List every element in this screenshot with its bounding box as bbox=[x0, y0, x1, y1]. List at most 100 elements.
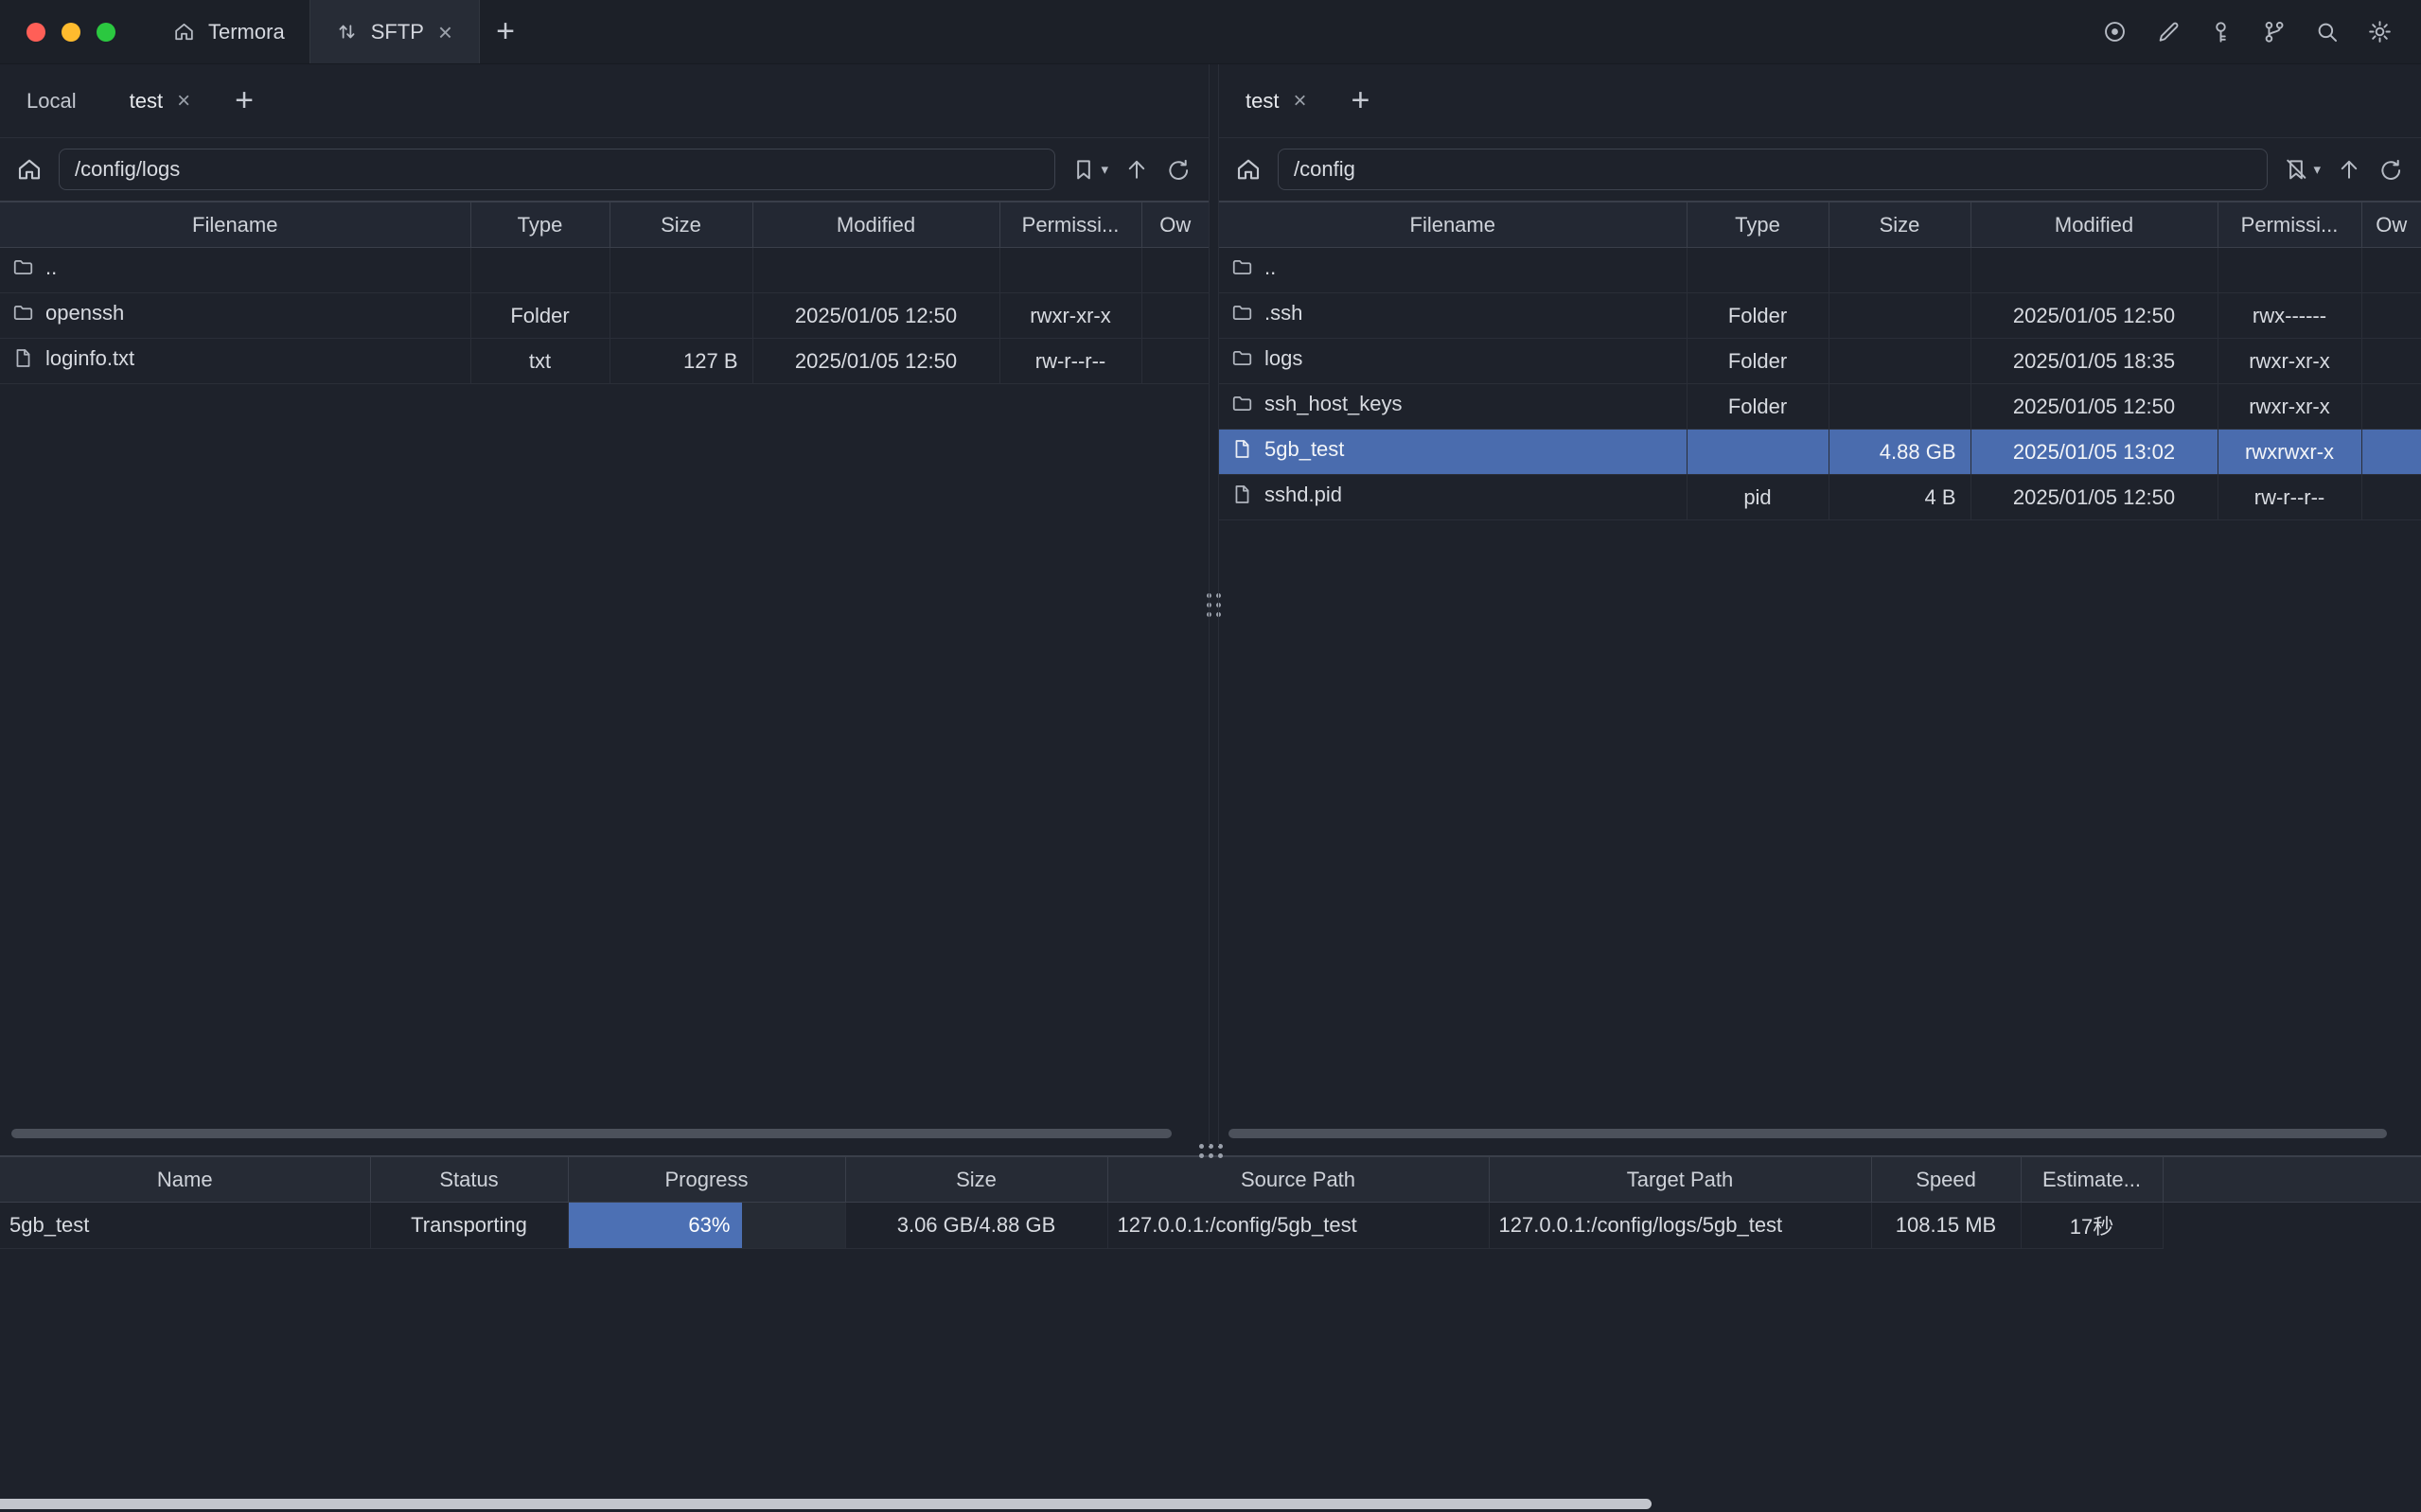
file-name: ssh_host_keys bbox=[1264, 392, 1403, 416]
status-badge: Transporting bbox=[370, 1203, 568, 1249]
remote-path-input[interactable] bbox=[1278, 149, 2268, 190]
column-header-owner[interactable]: Ow bbox=[2361, 202, 2421, 248]
refresh-button[interactable] bbox=[1165, 156, 1192, 183]
pane-splitter[interactable] bbox=[1210, 64, 1218, 1146]
keys-button[interactable] bbox=[2208, 19, 2234, 44]
remote-pane: test × + ▾ bbox=[1218, 64, 2421, 1146]
file-row-parent[interactable]: .. bbox=[0, 248, 1209, 293]
transfer-horizontal-scrollbar-thumb[interactable] bbox=[0, 1499, 1652, 1509]
chevron-down-icon[interactable]: ▾ bbox=[2313, 161, 2321, 178]
remote-pane-tab-bar: test × + bbox=[1219, 64, 2421, 138]
file-icon bbox=[11, 346, 35, 370]
gear-icon bbox=[2367, 19, 2393, 44]
bookmark-slash-icon bbox=[2283, 156, 2309, 183]
column-header-size[interactable]: Size bbox=[610, 202, 752, 248]
file-name: .ssh bbox=[1264, 301, 1302, 325]
add-session-tab-button[interactable]: + bbox=[219, 64, 270, 137]
file-row-loginfo[interactable]: loginfo.txt txt 127 B 2025/01/05 12:50 r… bbox=[0, 339, 1209, 384]
arrow-up-icon bbox=[2336, 156, 2362, 183]
home-icon[interactable] bbox=[15, 155, 44, 184]
file-row-logs[interactable]: logs Folder 2025/01/05 18:35 rwxr-xr-x bbox=[1219, 339, 2421, 384]
column-header-permissions[interactable]: Permissi... bbox=[999, 202, 1141, 248]
folder-icon bbox=[1230, 392, 1254, 415]
column-header-modified[interactable]: Modified bbox=[752, 202, 999, 248]
transfer-header-row: Name Status Progress Size Source Path Ta… bbox=[0, 1157, 2421, 1203]
record-button[interactable] bbox=[2102, 19, 2128, 44]
folder-icon bbox=[11, 255, 35, 279]
arrow-up-icon bbox=[1123, 156, 1150, 183]
key-icon bbox=[2208, 19, 2234, 44]
column-header-speed[interactable]: Speed bbox=[1871, 1157, 2021, 1203]
column-header-filename[interactable]: Filename bbox=[1219, 202, 1687, 248]
horizontal-scrollbar-thumb[interactable] bbox=[1228, 1129, 2387, 1138]
local-pane-tab-bar: Local test × + bbox=[0, 64, 1209, 138]
column-header-size[interactable]: Size bbox=[845, 1157, 1107, 1203]
transfer-row-5gb-test[interactable]: 5gb_test Transporting 63% 3.06 GB/4.88 G… bbox=[0, 1203, 2421, 1249]
titlebar-spacer bbox=[531, 0, 2102, 63]
column-header-source-path[interactable]: Source Path bbox=[1107, 1157, 1489, 1203]
home-icon[interactable] bbox=[1234, 155, 1263, 184]
column-header-permissions[interactable]: Permissi... bbox=[2218, 202, 2361, 248]
column-header-modified[interactable]: Modified bbox=[1970, 202, 2218, 248]
file-name: sshd.pid bbox=[1264, 483, 1342, 507]
progress-label: 63% bbox=[688, 1213, 730, 1238]
column-header-type[interactable]: Type bbox=[1687, 202, 1829, 248]
column-header-owner[interactable]: Ow bbox=[1141, 202, 1209, 248]
column-header-filename[interactable]: Filename bbox=[0, 202, 470, 248]
close-tab-icon[interactable]: × bbox=[436, 20, 454, 44]
refresh-button[interactable] bbox=[2377, 156, 2404, 183]
column-header-size[interactable]: Size bbox=[1829, 202, 1970, 248]
tab-test-local[interactable]: test × bbox=[103, 64, 219, 137]
local-path-input[interactable] bbox=[59, 149, 1055, 190]
local-path-toolbar: ▾ bbox=[0, 138, 1209, 201]
home-icon bbox=[172, 20, 196, 44]
file-row-5gb-test[interactable]: 5gb_test 4.88 GB 2025/01/05 13:02 rwxrwx… bbox=[1219, 430, 2421, 475]
tab-sftp-label: SFTP bbox=[371, 20, 424, 44]
horizontal-scrollbar-thumb[interactable] bbox=[11, 1129, 1172, 1138]
table-header-row: Filename Type Size Modified Permissi... … bbox=[1219, 202, 2421, 248]
tab-termora[interactable]: Termora bbox=[148, 0, 309, 63]
bookmark-icon bbox=[1070, 156, 1097, 183]
column-header-progress[interactable]: Progress bbox=[568, 1157, 845, 1203]
minimize-window-button[interactable] bbox=[62, 23, 80, 42]
file-row-ssh-host-keys[interactable]: ssh_host_keys Folder 2025/01/05 12:50 rw… bbox=[1219, 384, 2421, 430]
search-button[interactable] bbox=[2314, 19, 2340, 44]
close-tab-icon[interactable]: × bbox=[1291, 90, 1308, 113]
column-header-type[interactable]: Type bbox=[470, 202, 610, 248]
file-name: 5gb_test bbox=[1264, 437, 1344, 462]
transfer-arrows-icon bbox=[335, 20, 359, 44]
zoom-window-button[interactable] bbox=[97, 23, 115, 42]
sftp-panes: Local test × + ▾ bbox=[0, 64, 2421, 1146]
bookmark-remove-button[interactable]: ▾ bbox=[2283, 156, 2321, 183]
chevron-down-icon[interactable]: ▾ bbox=[1101, 161, 1108, 178]
local-file-table: Filename Type Size Modified Permissi... … bbox=[0, 201, 1209, 384]
titlebar-actions bbox=[2102, 0, 2421, 63]
file-row-parent[interactable]: .. bbox=[1219, 248, 2421, 293]
parent-directory-button[interactable] bbox=[1123, 156, 1150, 183]
file-row-openssh[interactable]: openssh Folder 2025/01/05 12:50 rwxr-xr-… bbox=[0, 293, 1209, 339]
close-window-button[interactable] bbox=[27, 23, 45, 42]
new-tab-button[interactable]: + bbox=[480, 0, 531, 63]
table-header-row: Filename Type Size Modified Permissi... … bbox=[0, 202, 1209, 248]
column-header-status[interactable]: Status bbox=[370, 1157, 568, 1203]
tab-test-remote[interactable]: test × bbox=[1219, 64, 1334, 137]
record-icon bbox=[2102, 19, 2128, 44]
close-tab-icon[interactable]: × bbox=[175, 90, 192, 113]
tab-sftp[interactable]: SFTP × bbox=[309, 0, 480, 63]
tab-local[interactable]: Local bbox=[0, 64, 103, 137]
bookmark-button[interactable]: ▾ bbox=[1070, 156, 1108, 183]
file-row-ssh[interactable]: .ssh Folder 2025/01/05 12:50 rwx------ bbox=[1219, 293, 2421, 339]
add-session-tab-button[interactable]: + bbox=[1334, 64, 1386, 137]
column-header-target-path[interactable]: Target Path bbox=[1489, 1157, 1871, 1203]
edit-button[interactable] bbox=[2155, 19, 2181, 44]
file-row-sshd-pid[interactable]: sshd.pid pid 4 B 2025/01/05 12:50 rw-r--… bbox=[1219, 475, 2421, 520]
settings-button[interactable] bbox=[2367, 19, 2393, 44]
file-name: openssh bbox=[45, 301, 124, 325]
transfer-panel-splitter[interactable] bbox=[0, 1146, 2421, 1155]
column-header-estimate[interactable]: Estimate... bbox=[2021, 1157, 2163, 1203]
column-header-name[interactable]: Name bbox=[0, 1157, 370, 1203]
tab-termora-label: Termora bbox=[208, 20, 285, 44]
snippets-button[interactable] bbox=[2261, 19, 2287, 44]
folder-icon bbox=[1230, 346, 1254, 370]
parent-directory-button[interactable] bbox=[2336, 156, 2362, 183]
